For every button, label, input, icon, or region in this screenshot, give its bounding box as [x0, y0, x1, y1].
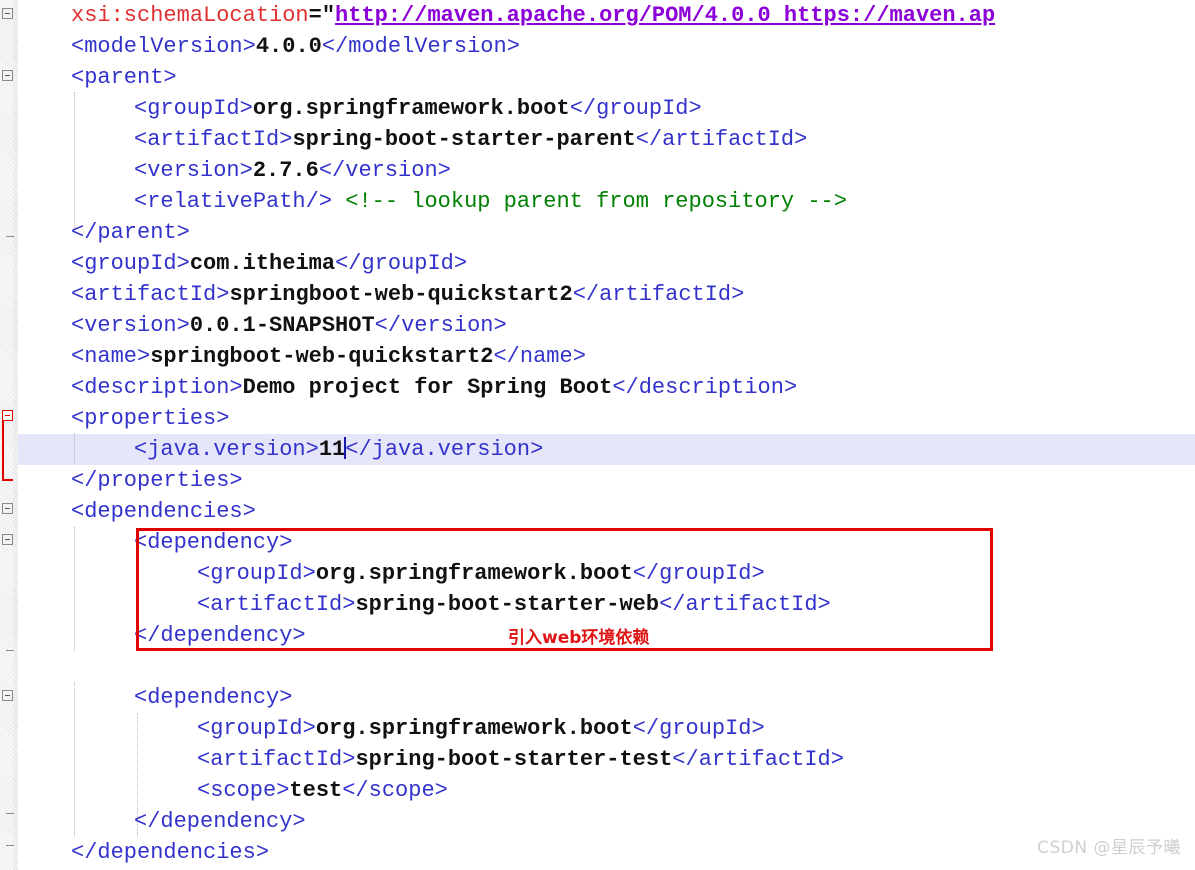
- line-description[interactable]: <description>Demo project for Spring Boo…: [0, 372, 1195, 403]
- code-token-tag: <version>: [134, 158, 253, 183]
- line-parent-artifactid[interactable]: <artifactId>spring-boot-starter-parent</…: [0, 124, 1195, 155]
- code-token-val: 2.7.6: [252, 158, 319, 183]
- code-token-val: springboot-web-quickstart2: [150, 344, 494, 369]
- code-token-tag: </dependency>: [134, 623, 306, 648]
- line-model-version[interactable]: <modelVersion>4.0.0</modelVersion>: [0, 31, 1195, 62]
- code-token-tag: </artifactId>: [672, 747, 844, 772]
- line-dep2-artifactid[interactable]: <artifactId>spring-boot-starter-test</ar…: [0, 744, 1195, 775]
- code-token-url: http://maven.apache.org/POM/4.0.0 https:…: [335, 3, 996, 28]
- code-token-tag: <groupId>: [71, 251, 190, 276]
- code-token-tag: <description>: [71, 375, 243, 400]
- line-name[interactable]: <name>springboot-web-quickstart2</name>: [0, 341, 1195, 372]
- line-parent-version[interactable]: <version>2.7.6</version>: [0, 155, 1195, 186]
- code-token-tag: </java.version>: [345, 437, 544, 462]
- code-token-tag: <dependency>: [134, 685, 293, 710]
- code-token-tag: <name>: [71, 344, 151, 369]
- line-dep1-open[interactable]: <dependency>: [0, 527, 1195, 558]
- code-token-attr: xsi:schemaLocation: [71, 3, 309, 28]
- code-token-tag: <dependency>: [134, 530, 293, 555]
- line-relative-path[interactable]: <relativePath/> <!-- lookup parent from …: [0, 186, 1195, 217]
- code-token-tag: <artifactId>: [71, 282, 230, 307]
- code-token-tag: <dependencies>: [71, 499, 256, 524]
- code-token-tag: <groupId>: [134, 96, 253, 121]
- code-token-tag: </version>: [374, 313, 507, 338]
- code-token-tag: </groupId>: [632, 716, 765, 741]
- code-token-tag: <modelVersion>: [71, 34, 256, 59]
- line-dep1-artifactid[interactable]: <artifactId>spring-boot-starter-web</art…: [0, 589, 1195, 620]
- code-token-tag: <java.version>: [134, 437, 319, 462]
- code-token-tag: </artifactId>: [659, 592, 831, 617]
- line-version[interactable]: <version>0.0.1-SNAPSHOT</version>: [0, 310, 1195, 341]
- code-token-val: 0.0.1-SNAPSHOT: [189, 313, 375, 338]
- code-token-val: test: [289, 778, 343, 803]
- code-token-tag: </description>: [612, 375, 798, 400]
- line-dep2-open[interactable]: <dependency>: [0, 682, 1195, 713]
- code-token-tag: </artifactId>: [635, 127, 808, 152]
- line-groupid[interactable]: <groupId>com.itheima</groupId>: [0, 248, 1195, 279]
- line-dep2-close[interactable]: </dependency>: [0, 806, 1195, 837]
- code-token-tag: <relativePath/>: [134, 189, 333, 214]
- annotation-label: 引入web环境依赖: [508, 628, 650, 648]
- line-properties-open[interactable]: <properties>: [0, 403, 1195, 434]
- code-token-tag: <artifactId>: [134, 127, 293, 152]
- code-token-val: com.itheima: [189, 251, 336, 276]
- code-token-val: springboot-web-quickstart2: [229, 282, 573, 307]
- line-parent-groupid[interactable]: <groupId>org.springframework.boot</group…: [0, 93, 1195, 124]
- line-properties-close[interactable]: </properties>: [0, 465, 1195, 496]
- line-java-version[interactable]: <java.version>11</java.version>: [0, 434, 1195, 465]
- code-token-tag: <parent>: [71, 65, 177, 90]
- line-parent-close[interactable]: </parent>: [0, 217, 1195, 248]
- code-token-tag: </modelVersion>: [321, 34, 520, 59]
- line-dep2-scope[interactable]: <scope>test</scope>: [0, 775, 1195, 806]
- line-dependencies-open[interactable]: <dependencies>: [0, 496, 1195, 527]
- line-parent-open[interactable]: <parent>: [0, 62, 1195, 93]
- code-token-val: spring-boot-starter-parent: [292, 127, 636, 152]
- code-token-val: spring-boot-starter-web: [355, 592, 660, 617]
- code-token-val: Demo project for Spring Boot: [242, 375, 613, 400]
- code-token-tag: </scope>: [342, 778, 448, 803]
- code-token-val: org.springframework.boot: [252, 96, 570, 121]
- code-token-tag: </properties>: [71, 468, 243, 493]
- code-token-tag: <artifactId>: [197, 747, 356, 772]
- code-token-cmt: <!-- lookup parent from repository -->: [345, 189, 847, 214]
- code-token-val: 4.0.0: [255, 34, 322, 59]
- line-dependencies-close[interactable]: </dependencies>: [0, 837, 1195, 868]
- code-token-tag: <groupId>: [197, 716, 316, 741]
- code-token-tag: <groupId>: [197, 561, 316, 586]
- code-token-tag: </groupId>: [569, 96, 702, 121]
- line-artifactid[interactable]: <artifactId>springboot-web-quickstart2</…: [0, 279, 1195, 310]
- code-token-tag: </version>: [318, 158, 451, 183]
- line-dep2-groupid[interactable]: <groupId>org.springframework.boot</group…: [0, 713, 1195, 744]
- code-token-eq: =": [308, 3, 336, 28]
- line-dep1-groupid[interactable]: <groupId>org.springframework.boot</group…: [0, 558, 1195, 589]
- csdn-watermark: CSDN @星辰予曦: [1037, 838, 1181, 858]
- code-text-layer[interactable]: xsi:schemaLocation="http://maven.apache.…: [0, 0, 1195, 870]
- code-token-tag: </dependencies>: [71, 840, 270, 865]
- code-token-tag: </groupId>: [335, 251, 468, 276]
- code-token-tag: </name>: [493, 344, 586, 369]
- code-token-tag: </parent>: [71, 220, 190, 245]
- code-token-tag: <properties>: [71, 406, 230, 431]
- code-token-tag: </dependency>: [134, 809, 306, 834]
- code-token-tag: </artifactId>: [572, 282, 745, 307]
- xml-code-editor[interactable]: xsi:schemaLocation="http://maven.apache.…: [0, 0, 1195, 870]
- code-token-val: org.springframework.boot: [315, 716, 633, 741]
- line-schema-location[interactable]: xsi:schemaLocation="http://maven.apache.…: [0, 0, 1195, 31]
- code-token-tag: <artifactId>: [197, 592, 356, 617]
- code-token-val: org.springframework.boot: [315, 561, 633, 586]
- line-blank-1[interactable]: [0, 651, 1195, 682]
- code-token-tag: <version>: [71, 313, 190, 338]
- code-token-val: 11: [318, 437, 346, 462]
- code-token-val: spring-boot-starter-test: [355, 747, 673, 772]
- code-token-tag: <scope>: [197, 778, 290, 803]
- code-token-tag: </groupId>: [632, 561, 765, 586]
